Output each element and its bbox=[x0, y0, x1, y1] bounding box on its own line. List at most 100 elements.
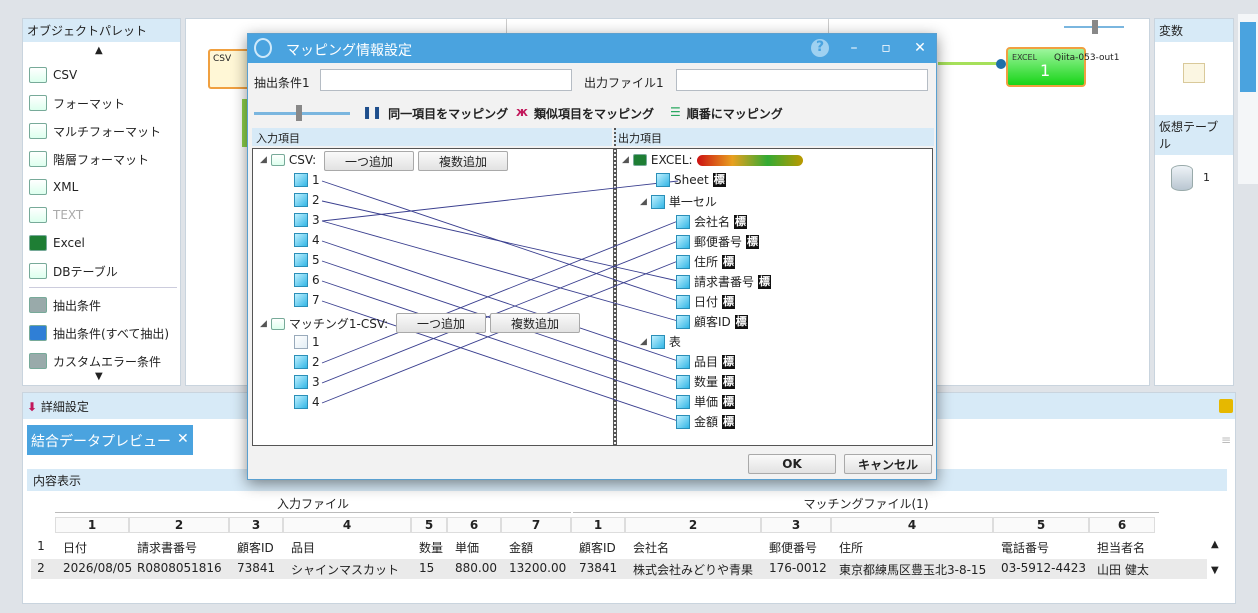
sheet-node[interactable]: Sheet 標 bbox=[656, 173, 726, 187]
palette-item[interactable]: 抽出条件(すべて抽出) bbox=[29, 323, 169, 343]
table-node[interactable]: ◢ 表 bbox=[640, 333, 681, 350]
column-number: 6 bbox=[447, 517, 501, 533]
custom-error-icon bbox=[29, 353, 47, 369]
output-field[interactable]: 請求書番号標 bbox=[676, 273, 772, 290]
ok-button[interactable]: OK bbox=[748, 454, 836, 474]
csv-icon bbox=[270, 154, 285, 166]
table-header-cell: 単価 bbox=[455, 541, 480, 555]
filter-icon[interactable]: ≡ bbox=[1221, 433, 1231, 447]
palette-item[interactable]: DBテーブル bbox=[29, 261, 118, 281]
palette-item[interactable]: TEXT bbox=[29, 205, 83, 225]
single-cell-node[interactable]: ◢ 単一セル bbox=[640, 193, 717, 210]
object-palette: オブジェクトパレット ▲ CSV フォーマットマルチフォーマット階層フォーマット X… bbox=[22, 18, 181, 386]
variable-icon[interactable] bbox=[1183, 63, 1205, 83]
matching-field[interactable]: 1 bbox=[294, 335, 320, 349]
table-cell: 73841 bbox=[579, 561, 618, 575]
output-field[interactable]: 郵便番号標 bbox=[676, 233, 760, 250]
table-label: 表 bbox=[668, 335, 681, 349]
tag-icon: 標 bbox=[722, 254, 736, 269]
tab-preview-label: 結合データプレビュー bbox=[31, 434, 171, 450]
tab-preview[interactable]: 結合データプレビュー ✕ bbox=[27, 425, 193, 455]
output-field[interactable]: 品目標 bbox=[676, 353, 736, 370]
expand-icon[interactable]: ◢ bbox=[640, 197, 647, 207]
table-cell: 13200.00 bbox=[509, 561, 567, 575]
palette-item[interactable]: カスタムエラー条件 bbox=[29, 351, 161, 371]
zoom-slider-thumb[interactable] bbox=[1092, 20, 1098, 34]
tag-icon: 標 bbox=[722, 414, 736, 429]
side-tab-strip[interactable] bbox=[1238, 14, 1258, 184]
palette-item[interactable]: フォーマット bbox=[29, 93, 125, 113]
table-cell: 2026/08/05 bbox=[63, 561, 133, 575]
csv-node[interactable]: CSV bbox=[208, 49, 252, 89]
palette-item[interactable]: マルチフォーマット bbox=[29, 121, 161, 141]
redacted-name bbox=[696, 154, 803, 166]
single-cell-label: 単一セル bbox=[668, 195, 717, 209]
input-field[interactable]: 1 bbox=[294, 173, 320, 187]
cancel-button[interactable]: キャンセル bbox=[844, 454, 932, 474]
output-field[interactable]: 会社名標 bbox=[676, 213, 748, 230]
excel-root[interactable]: ◢ EXCEL: bbox=[622, 153, 803, 167]
field-icon bbox=[676, 314, 690, 329]
db-table-icon bbox=[29, 263, 47, 279]
csv-node-label: CSV bbox=[213, 54, 232, 64]
palette-title: オブジェクトパレット bbox=[23, 19, 180, 42]
csv-root[interactable]: ◢ CSV: bbox=[260, 153, 316, 167]
scroll-up-icon[interactable]: ▲ bbox=[1211, 539, 1219, 550]
group-input: 入力ファイル bbox=[55, 495, 571, 513]
add-one-button[interactable]: 一つ追加 bbox=[396, 313, 486, 333]
field-icon bbox=[294, 213, 308, 227]
side-tab-active[interactable] bbox=[1240, 22, 1256, 92]
matching-field[interactable]: 3 bbox=[294, 375, 320, 389]
palette-item[interactable]: 階層フォーマット bbox=[29, 149, 149, 169]
scroll-down-icon[interactable]: ▼ bbox=[95, 371, 103, 382]
expand-icon[interactable]: ◢ bbox=[622, 155, 629, 165]
add-multi-button[interactable]: 複数追加 bbox=[418, 151, 508, 171]
table-header-cell: 顧客ID bbox=[237, 541, 274, 555]
field-icon bbox=[294, 355, 308, 369]
column-number: 1 bbox=[55, 517, 129, 533]
add-one-button[interactable]: 一つ追加 bbox=[324, 151, 414, 171]
palette-item[interactable]: 抽出条件 bbox=[29, 295, 101, 315]
scroll-up-icon[interactable]: ▲ bbox=[95, 45, 103, 56]
input-field[interactable]: 4 bbox=[294, 233, 320, 247]
palette-item-label: マルチフォーマット bbox=[53, 124, 162, 139]
excel-node-name: Qiita-053-out1 bbox=[1054, 53, 1120, 63]
expand-icon[interactable]: ◢ bbox=[640, 337, 647, 347]
output-field[interactable]: 金額標 bbox=[676, 413, 736, 430]
column-number: 3 bbox=[761, 517, 831, 533]
database-icon[interactable] bbox=[1171, 165, 1193, 191]
virtual-table-title: 仮想テーブル bbox=[1155, 115, 1233, 155]
palette-item-label: カスタムエラー条件 bbox=[53, 354, 162, 369]
output-field[interactable]: 住所標 bbox=[676, 253, 736, 270]
field-icon bbox=[294, 233, 308, 247]
column-number: 1 bbox=[571, 517, 625, 533]
input-field[interactable]: 2 bbox=[294, 193, 320, 207]
output-field[interactable]: 日付標 bbox=[676, 293, 736, 310]
palette-item[interactable]: Excel bbox=[29, 233, 85, 253]
output-field[interactable]: 顧客ID 標 bbox=[676, 313, 748, 330]
add-multi-button[interactable]: 複数追加 bbox=[490, 313, 580, 333]
expand-icon[interactable]: ◢ bbox=[260, 155, 267, 165]
scroll-down-icon[interactable]: ▼ bbox=[1211, 565, 1219, 576]
close-icon[interactable]: ✕ bbox=[177, 431, 189, 449]
input-field[interactable]: 7 bbox=[294, 293, 320, 307]
lock-icon[interactable] bbox=[1219, 399, 1233, 413]
palette-item[interactable]: XML bbox=[29, 177, 78, 197]
output-field[interactable]: 数量標 bbox=[676, 373, 736, 390]
palette-item-label: CSV bbox=[53, 68, 78, 82]
matching-field[interactable]: 4 bbox=[294, 395, 320, 409]
input-field[interactable]: 5 bbox=[294, 253, 320, 267]
input-field-label: 5 bbox=[312, 253, 320, 267]
palette-item[interactable]: CSV bbox=[29, 65, 77, 85]
field-icon bbox=[676, 234, 690, 249]
expand-icon[interactable]: ◢ bbox=[260, 319, 267, 329]
matching-field[interactable]: 2 bbox=[294, 355, 320, 369]
input-field[interactable]: 6 bbox=[294, 273, 320, 287]
table-header-cell: 日付 bbox=[63, 541, 88, 555]
arrow-down-icon: ⬇ bbox=[27, 400, 38, 414]
xml-icon bbox=[29, 179, 47, 195]
output-field[interactable]: 単価標 bbox=[676, 393, 736, 410]
output-field-label: 品目 bbox=[694, 355, 719, 369]
matching-root[interactable]: ◢ マッチング1-CSV: bbox=[260, 315, 388, 332]
input-field[interactable]: 3 bbox=[294, 213, 320, 227]
